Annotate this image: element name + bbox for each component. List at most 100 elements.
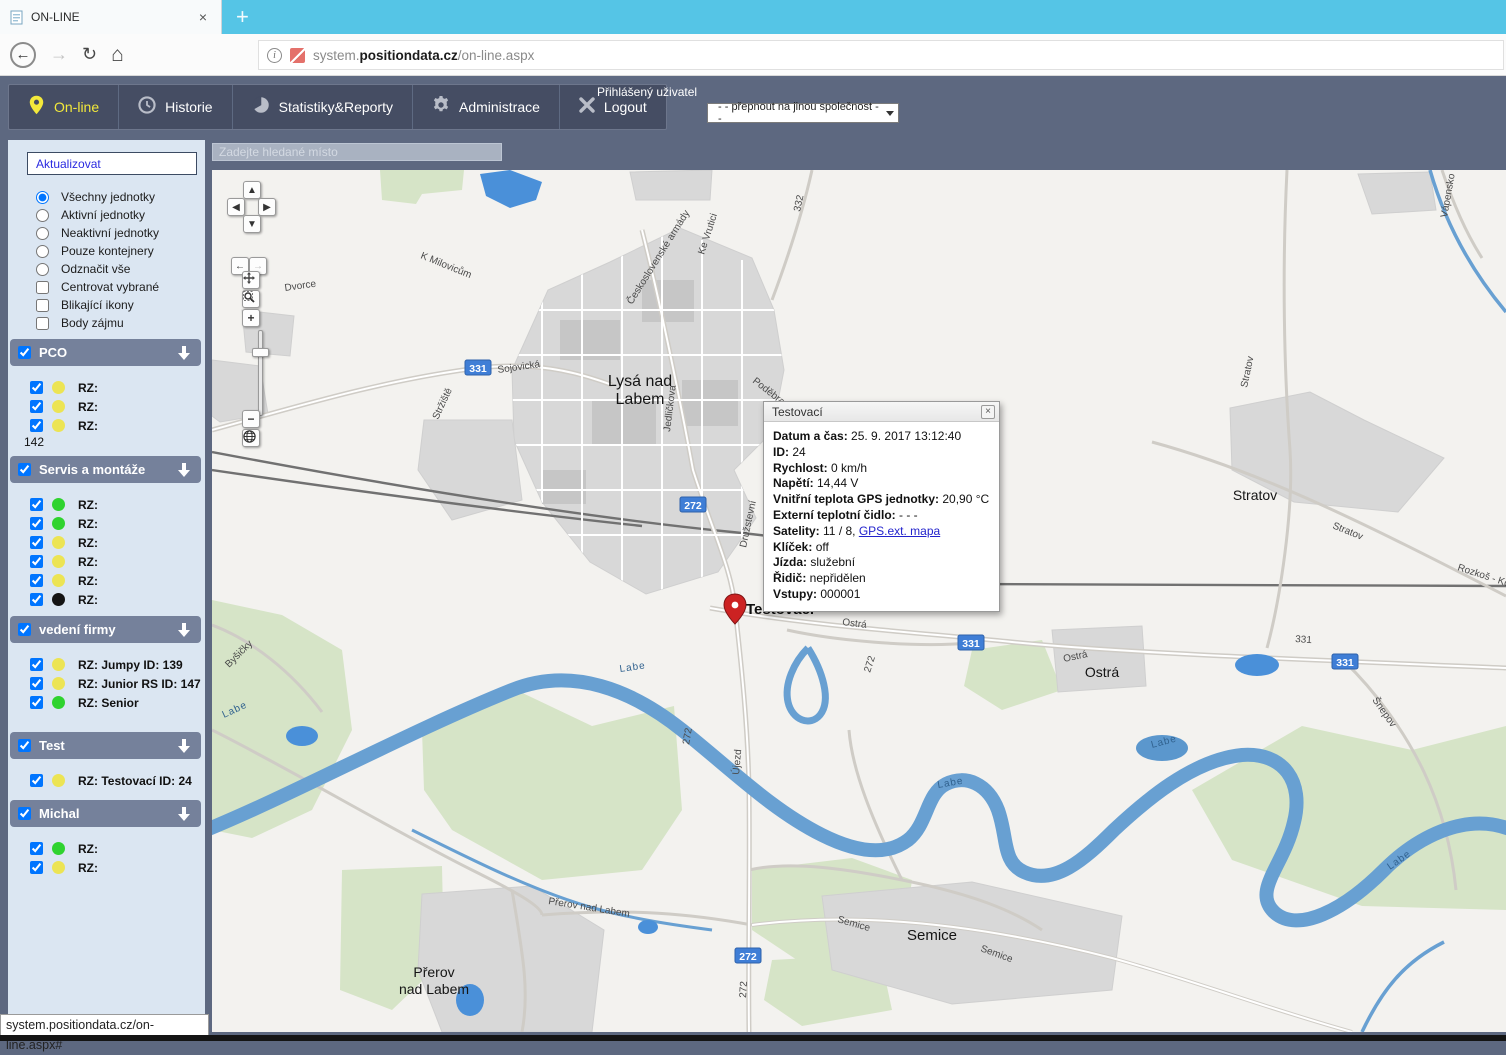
pan-up-button[interactable]: ▲ (243, 181, 261, 199)
info-icon[interactable]: i (267, 48, 282, 63)
unit-checkbox[interactable] (30, 536, 43, 549)
popup-title: Testovací (772, 405, 981, 419)
unit-checkbox[interactable] (30, 381, 43, 394)
browser-tabbar: ON-LINE × + (0, 0, 1506, 34)
unit-label: RZ: (78, 517, 98, 531)
unit-checkbox[interactable] (30, 774, 43, 787)
option-checkbox-2[interactable] (36, 317, 49, 330)
collapse-arrow-icon[interactable] (177, 739, 191, 753)
group-header[interactable]: Servis a montáže (10, 456, 201, 483)
unit-checkbox[interactable] (30, 842, 43, 855)
radio-2[interactable] (36, 227, 49, 240)
radio-1[interactable] (36, 209, 49, 222)
unit-checkbox[interactable] (30, 696, 43, 709)
tab-close-icon[interactable]: × (195, 9, 211, 25)
unit-checkbox[interactable] (30, 419, 43, 432)
collapse-arrow-icon[interactable] (177, 346, 191, 360)
group-checkbox[interactable] (18, 346, 31, 359)
collapse-arrow-icon[interactable] (177, 463, 191, 477)
unit-row[interactable]: RZ: (30, 590, 201, 609)
group-checkbox[interactable] (18, 807, 31, 820)
unit-groups: PCORZ:RZ:RZ:142Servis a montážeRZ:RZ:RZ:… (8, 339, 205, 877)
unit-checkbox[interactable] (30, 574, 43, 587)
group-checkbox[interactable] (18, 623, 31, 636)
unit-row[interactable]: RZ: Jumpy ID: 139 (30, 655, 201, 674)
new-tab-button[interactable]: + (236, 4, 249, 30)
zoom-in-button[interactable]: + (242, 309, 260, 327)
browser-tab[interactable]: ON-LINE × (0, 0, 222, 34)
unit-checkbox[interactable] (30, 517, 43, 530)
unit-row[interactable]: RZ: (30, 397, 201, 416)
pan-down-button[interactable]: ▼ (243, 215, 261, 233)
popup-row-value: - - - (896, 508, 918, 522)
unit-row[interactable]: RZ: (30, 552, 201, 571)
pan-left-button[interactable]: ◀ (227, 198, 245, 216)
group-checkbox[interactable] (18, 739, 31, 752)
unit-row[interactable]: RZ: (30, 571, 201, 590)
pan-right-button[interactable]: ▶ (258, 198, 276, 216)
unit-row[interactable]: RZ: (30, 839, 201, 858)
unit-row[interactable]: RZ: (30, 858, 201, 877)
group-header[interactable]: Test (10, 732, 201, 759)
unit-checkbox[interactable] (30, 593, 43, 606)
url-bar[interactable]: i system.positiondata.cz/on-line.aspx (258, 40, 1504, 70)
collapse-arrow-icon[interactable] (177, 623, 191, 637)
unit-row[interactable]: RZ: (30, 416, 201, 435)
zoom-slider-track[interactable] (258, 330, 263, 416)
unit-checkbox[interactable] (30, 498, 43, 511)
zoom-box-button[interactable] (242, 290, 260, 308)
radio-0[interactable] (36, 191, 49, 204)
company-select[interactable]: - - přepnout na jinou společnost - - (707, 103, 899, 123)
radio-3[interactable] (36, 245, 49, 258)
menu-item-historie[interactable]: Historie (118, 85, 231, 129)
zoom-slider-handle[interactable] (252, 348, 269, 357)
group-header[interactable]: vedení firmy (10, 616, 201, 643)
app-header: On-lineHistorieStatistiky&ReportyAdminis… (0, 76, 1506, 140)
unit-checkbox[interactable] (30, 658, 43, 671)
street-label: 272 (862, 654, 878, 674)
unit-row[interactable]: RZ: Senior (30, 693, 201, 712)
forward-button[interactable]: → (50, 44, 68, 65)
collapse-arrow-icon[interactable] (177, 807, 191, 821)
unit-row[interactable]: RZ: (30, 495, 201, 514)
group-items: RZ:RZ:RZ:142 (10, 366, 201, 449)
unit-row[interactable]: RZ: (30, 378, 201, 397)
unit-checkbox[interactable] (30, 677, 43, 690)
back-button[interactable]: ← (10, 42, 36, 68)
unit-row[interactable]: RZ: Junior RS ID: 147 (30, 674, 201, 693)
unit-group: Test RZ: Testovací ID: 24 (10, 732, 201, 790)
home-icon[interactable]: ⌂ (111, 43, 124, 67)
radio-4[interactable] (36, 263, 49, 276)
unit-row[interactable]: RZ: (30, 533, 201, 552)
group-header[interactable]: PCO (10, 339, 201, 366)
water-label: Labe (937, 776, 965, 791)
unit-row[interactable]: RZ: (30, 514, 201, 533)
menu-item-administrace[interactable]: Administrace (412, 85, 559, 129)
popup-row-label: Vstupy: (773, 587, 817, 601)
unit-row[interactable]: RZ: Testovací ID: 24 (30, 771, 201, 790)
status-dot-yellow (52, 658, 65, 671)
gps-ext-map-link[interactable]: GPS.ext. mapa (859, 524, 940, 538)
popup-close-icon[interactable]: × (981, 405, 995, 419)
refresh-units-button[interactable]: Aktualizovat (27, 152, 197, 175)
group-checkbox[interactable] (18, 463, 31, 476)
unit-checkbox[interactable] (30, 400, 43, 413)
street-label: Stratov (1239, 355, 1256, 388)
menu-item-statistiky-reporty[interactable]: Statistiky&Reporty (232, 85, 412, 129)
status-dot-yellow (52, 774, 65, 787)
popup-row-label: ID: (773, 445, 789, 459)
street-label: Stržiště (431, 386, 455, 421)
map-canvas[interactable]: SojovickáStržištěJedličkovaPoděbradovaČe… (212, 170, 1506, 1032)
option-checkbox-0[interactable] (36, 281, 49, 294)
menu-item-on-line[interactable]: On-line (9, 85, 118, 129)
map-layers-button[interactable] (242, 429, 260, 447)
refresh-icon[interactable]: ↻ (82, 44, 97, 65)
unit-checkbox[interactable] (30, 555, 43, 568)
option-checkbox-1[interactable] (36, 299, 49, 312)
zoom-out-button[interactable]: − (242, 410, 260, 428)
search-input[interactable] (212, 143, 502, 161)
radio-label: Neaktivní jednotky (61, 226, 159, 240)
group-header[interactable]: Michal (10, 800, 201, 827)
pan-mode-button[interactable] (242, 271, 260, 289)
unit-checkbox[interactable] (30, 861, 43, 874)
